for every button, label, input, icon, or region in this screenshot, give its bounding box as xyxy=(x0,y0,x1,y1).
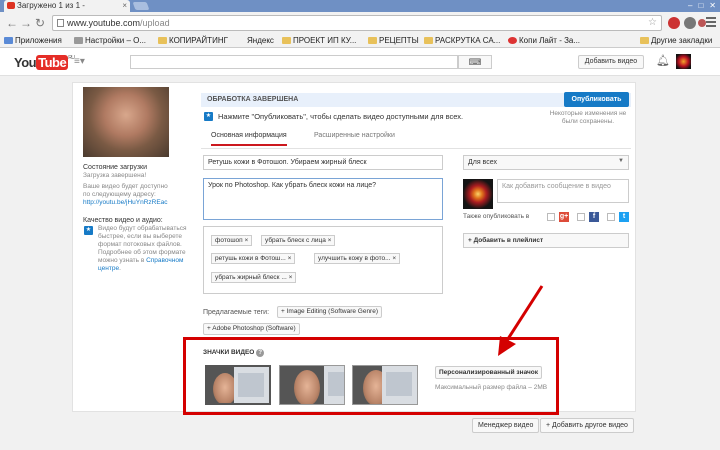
browser-tab-strip: Загружено 1 из 1 - × – □ ✕ xyxy=(0,0,720,12)
guide-menu-icon[interactable]: ≡▾ xyxy=(74,56,85,67)
gplus-checkbox[interactable] xyxy=(547,213,555,221)
reload-icon[interactable]: ↻ xyxy=(35,16,45,30)
bookmark-other[interactable]: Другие закладки xyxy=(640,34,712,48)
gear-icon xyxy=(74,37,83,44)
bookmark-apps[interactable]: Приложения xyxy=(4,34,62,48)
maximize-icon[interactable]: □ xyxy=(698,0,703,12)
bell-icon[interactable]: 🔔︎ xyxy=(656,54,670,67)
google-plus-icon: g+ xyxy=(559,212,569,222)
address-bar[interactable]: www.youtube.com/upload ☆ xyxy=(52,15,662,31)
title-field[interactable]: Ретушь кожи в Фотошоп. Убираем жирный бл… xyxy=(203,155,443,170)
forward-icon[interactable]: → xyxy=(20,16,32,30)
also-publish-label: Также опубликовать в xyxy=(463,213,530,220)
youtube-header: You Tube RU ≡▾ ⌨ Добавить видео 🔔︎ xyxy=(0,48,720,76)
search-button[interactable]: ⌨ xyxy=(458,55,492,69)
privacy-select[interactable]: Для всех ▼ xyxy=(463,155,629,170)
suggested-tag-button[interactable]: + Image Editing (Software Genre) xyxy=(277,306,383,318)
folder-icon xyxy=(424,37,433,44)
tag-remove-icon[interactable]: × xyxy=(245,237,249,244)
tag-chip: убрать жирный блеск ... × xyxy=(211,272,297,283)
status-title: Состояние загрузки xyxy=(83,164,148,171)
tab-advanced-settings[interactable]: Расширенные настройки xyxy=(314,132,395,139)
tab-basic-info[interactable]: Основная информация xyxy=(211,132,287,146)
add-to-playlist-button[interactable]: + Добавить в плейлист xyxy=(463,233,629,248)
tag-remove-icon[interactable]: × xyxy=(289,274,293,281)
menu-icon[interactable] xyxy=(706,17,716,19)
quality-text: Видео будут обрабатываться быстрее, если… xyxy=(98,225,187,272)
folder-icon xyxy=(640,37,649,44)
add-another-video-button[interactable]: + Добавить другое видео xyxy=(540,418,634,433)
avatar[interactable] xyxy=(676,54,691,69)
video-link[interactable]: http://youtu.be/jHuYnRzREac xyxy=(83,199,183,207)
twitter-checkbox[interactable] xyxy=(607,213,615,221)
tab-divider xyxy=(201,148,631,149)
bookmark-folder[interactable]: КОПИРАЙТИНГ xyxy=(158,34,228,48)
folder-icon xyxy=(158,37,167,44)
folder-icon xyxy=(282,37,291,44)
tag-chip: фотошоп × xyxy=(211,235,253,246)
quality-title: Качество видео и аудио: xyxy=(83,217,163,224)
bookmark-item[interactable]: Яндекс xyxy=(236,34,274,48)
twitter-icon: t xyxy=(619,212,629,222)
back-icon[interactable]: ← xyxy=(6,16,18,30)
browser-tab[interactable]: Загружено 1 из 1 - × xyxy=(4,0,130,12)
description-field[interactable]: Урок по Photoshop. Как убрать блеск кожи… xyxy=(203,178,443,220)
suggested-tags-label: Предлагаемые теги: xyxy=(203,309,270,316)
bookmark-item[interactable]: Настройки – О... xyxy=(74,34,146,48)
tab-title: Загружено 1 из 1 - xyxy=(17,1,85,10)
minimize-icon[interactable]: – xyxy=(688,0,692,12)
upload-button[interactable]: Добавить видео xyxy=(578,55,644,69)
apps-icon xyxy=(4,37,13,44)
url-path: /upload xyxy=(140,18,170,28)
publish-button[interactable]: Опубликовать xyxy=(564,92,629,107)
bookmark-folder[interactable]: РАСКРУТКА СА... xyxy=(424,34,500,48)
adblock-extension-icon[interactable] xyxy=(668,17,680,29)
tag-remove-icon[interactable]: × xyxy=(392,255,396,262)
tag-chip: улучшить кожу в фото... × xyxy=(314,253,401,264)
facebook-icon: f xyxy=(589,212,599,222)
bookmark-item[interactable]: Копи Лайт - За... xyxy=(508,34,580,48)
page-icon xyxy=(57,19,64,27)
star-icon: ★ xyxy=(84,226,93,235)
video-manager-button[interactable]: Менеджер видео xyxy=(472,418,540,433)
bookmark-folder[interactable]: РЕЦЕПТЫ xyxy=(368,34,419,48)
message-input[interactable]: Как добавить сообщение в видео xyxy=(497,179,629,203)
tag-remove-icon[interactable]: × xyxy=(288,255,292,262)
keyboard-icon: ⌨ xyxy=(468,57,482,67)
extension-icon[interactable] xyxy=(684,17,696,29)
tab-close-icon[interactable]: × xyxy=(122,0,127,12)
browser-toolbar: ← → ↻ www.youtube.com/upload ☆ xyxy=(0,12,720,34)
suggested-tag-button[interactable]: + Adobe Photoshop (Software) xyxy=(203,323,300,335)
bookmark-folder[interactable]: ПРОЕКТ ИП КУ... xyxy=(282,34,356,48)
tag-chip: убрать блеск с лица × xyxy=(261,235,336,246)
new-tab-button[interactable] xyxy=(132,2,150,10)
extension-icon-2[interactable] xyxy=(698,19,706,27)
youtube-favicon-icon xyxy=(7,2,15,9)
bookmark-star-icon[interactable]: ☆ xyxy=(648,16,657,30)
search-input[interactable] xyxy=(130,55,458,69)
channel-avatar xyxy=(463,179,493,209)
youtube-logo[interactable]: You Tube RU xyxy=(14,55,75,70)
video-preview-thumbnail xyxy=(83,87,169,157)
facebook-checkbox[interactable] xyxy=(577,213,585,221)
bookmarks-bar: Приложения Настройки – О... КОПИРАЙТИНГ … xyxy=(0,34,720,48)
star-icon: ★ xyxy=(204,112,213,121)
tag-remove-icon[interactable]: × xyxy=(328,237,332,244)
annotation-arrow xyxy=(498,285,544,356)
status-value: Загрузка завершена! xyxy=(83,172,147,179)
yandex-icon xyxy=(236,37,245,44)
available-text: Ваше видео будет доступно по следующему … xyxy=(83,183,168,198)
close-window-icon[interactable]: ✕ xyxy=(709,0,716,12)
unsaved-note: Некоторые изменения не были сохранены. xyxy=(549,110,627,125)
publish-hint: Нажмите "Опубликовать", чтобы сделать ви… xyxy=(218,112,464,121)
tag-chip: ретушь кожи в Фотош... × xyxy=(211,253,296,264)
chevron-down-icon: ▼ xyxy=(618,158,624,164)
folder-icon xyxy=(368,37,377,44)
pin-icon xyxy=(508,37,517,44)
window-controls: – □ ✕ xyxy=(688,0,716,12)
url-host: www.youtube.com xyxy=(67,18,141,28)
